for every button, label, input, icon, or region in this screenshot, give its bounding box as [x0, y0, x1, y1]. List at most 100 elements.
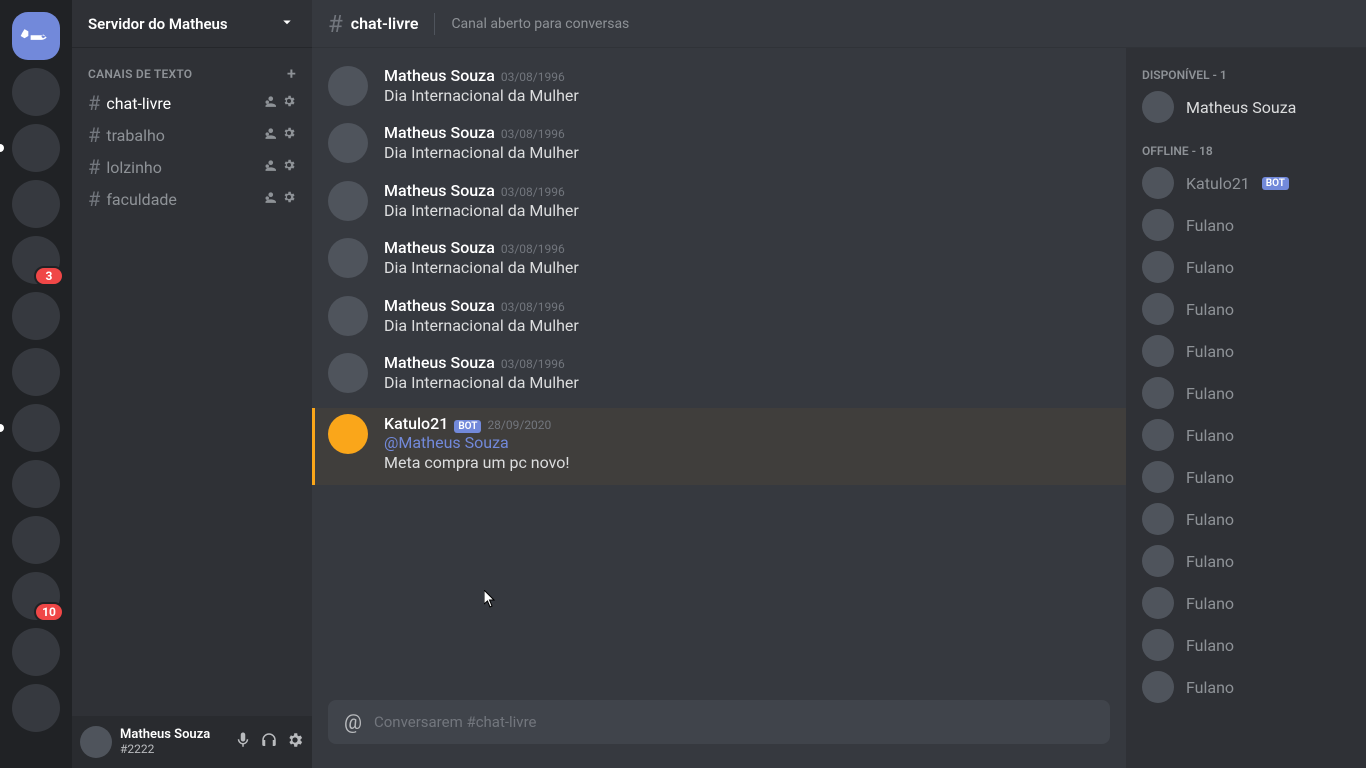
member-avatar: [1142, 671, 1174, 703]
channel-item[interactable]: #trabalho: [80, 119, 304, 151]
hash-icon: #: [88, 91, 100, 115]
member-name: Fulano: [1186, 594, 1234, 613]
guild-item[interactable]: [12, 348, 60, 396]
channels-section-label: CANAIS DE TEXTO: [88, 67, 192, 81]
message-avatar[interactable]: [328, 353, 368, 393]
member-avatar: [1142, 503, 1174, 535]
member-item[interactable]: Fulano: [1134, 414, 1358, 456]
message: Matheus Souza03/08/1996Dia Internacional…: [328, 64, 1110, 121]
guild-item[interactable]: 10: [12, 572, 60, 620]
main-area: # chat-livre Canal aberto para conversas…: [312, 0, 1366, 768]
message-text: Meta compra um pc novo!: [384, 452, 570, 474]
message-author[interactable]: Matheus Souza: [384, 123, 495, 142]
channel-label: chat-livre: [106, 94, 171, 113]
message-avatar[interactable]: [328, 123, 368, 163]
guild-item[interactable]: [12, 684, 60, 732]
member-item[interactable]: Fulano: [1134, 330, 1358, 372]
message-text: Dia Internacional da Mulher: [384, 200, 579, 222]
message: Matheus Souza 03/08/1996Dia Internacional…: [328, 179, 1110, 236]
member-name: Fulano: [1186, 468, 1234, 487]
channel-item[interactable]: # chat-livre: [80, 87, 304, 119]
gear-icon[interactable]: [282, 190, 296, 208]
message-text: Dia Internacional da Mulher: [384, 142, 579, 164]
hash-icon: #: [88, 155, 100, 179]
member-item[interactable]: Katulo21BOT: [1134, 162, 1358, 204]
message-text: Dia Internacional da Mulher: [384, 257, 579, 279]
invite-icon[interactable]: [262, 190, 276, 208]
gear-icon[interactable]: [282, 94, 296, 112]
guild-item[interactable]: [12, 628, 60, 676]
member-item[interactable]: Fulano: [1134, 582, 1358, 624]
self-avatar[interactable]: [80, 726, 112, 758]
guild-item[interactable]: [12, 68, 60, 116]
message-avatar[interactable]: [328, 66, 368, 106]
message-avatar[interactable]: [328, 181, 368, 221]
message-author[interactable]: Matheus Souza: [384, 296, 495, 315]
member-item[interactable]: Matheus Souza: [1134, 86, 1358, 128]
members-online-label: DISPONÍVEL - 1: [1134, 64, 1358, 86]
guild-item[interactable]: [12, 516, 60, 564]
invite-icon[interactable]: [262, 126, 276, 144]
member-item[interactable]: Fulano: [1134, 288, 1358, 330]
message-avatar[interactable]: [328, 238, 368, 278]
gear-icon[interactable]: [282, 126, 296, 144]
guild-item[interactable]: 3: [12, 236, 60, 284]
member-avatar: [1142, 587, 1174, 619]
message-author[interactable]: Matheus Souza: [384, 181, 495, 200]
user-panel: Matheus Souza #2222: [72, 716, 312, 768]
member-avatar: [1142, 419, 1174, 451]
member-name: Fulano: [1186, 426, 1234, 445]
message: Matheus Souza03/08/1996Dia Internacional…: [328, 351, 1110, 408]
member-name: Fulano: [1186, 678, 1234, 697]
add-channel-button[interactable]: +: [287, 64, 296, 83]
member-avatar: [1142, 377, 1174, 409]
message-author[interactable]: Matheus Souza: [384, 66, 495, 85]
message-text: Dia Internacional da Mulher: [384, 315, 579, 337]
member-item[interactable]: Fulano: [1134, 624, 1358, 666]
message-input[interactable]: [374, 713, 1094, 731]
home-guild[interactable]: [12, 12, 60, 60]
invite-icon[interactable]: [262, 94, 276, 112]
message-author[interactable]: Matheus Souza: [384, 238, 495, 257]
member-item[interactable]: Fulano: [1134, 540, 1358, 582]
member-item[interactable]: Fulano: [1134, 246, 1358, 288]
mic-icon[interactable]: [234, 731, 252, 753]
chevron-down-icon: [278, 13, 296, 35]
member-name: Fulano: [1186, 552, 1234, 571]
guild-item[interactable]: [12, 404, 60, 452]
server-name: Servidor do Matheus: [88, 15, 228, 33]
message-avatar[interactable]: [328, 296, 368, 336]
member-item[interactable]: Fulano: [1134, 372, 1358, 414]
headphones-icon[interactable]: [260, 731, 278, 753]
settings-icon[interactable]: [286, 731, 304, 753]
guild-pill: [0, 144, 4, 152]
message-timestamp: 03/08/1996: [501, 70, 565, 84]
guild-item[interactable]: [12, 124, 60, 172]
message-timestamp: 03/08/1996: [501, 242, 565, 256]
guild-item[interactable]: [12, 292, 60, 340]
channel-item[interactable]: #faculdade: [80, 183, 304, 215]
message-timestamp: 03/08/1996: [501, 185, 565, 199]
message-author[interactable]: Matheus Souza: [384, 353, 495, 372]
invite-icon[interactable]: [262, 158, 276, 176]
composer-inner[interactable]: @: [328, 700, 1110, 744]
server-header[interactable]: Servidor do Matheus: [72, 0, 312, 48]
channel-label: trabalho: [106, 126, 165, 145]
channel-sidebar: Servidor do Matheus CANAIS DE TEXTO + # c…: [72, 0, 312, 768]
channel-item[interactable]: #lolzinho: [80, 151, 304, 183]
message-list: Matheus Souza03/08/1996Dia Internacional…: [312, 48, 1126, 700]
guild-item[interactable]: [12, 180, 60, 228]
message-mention[interactable]: @Matheus Souza: [384, 433, 570, 452]
message: Matheus Souza03/08/1996Dia Internacional…: [328, 121, 1110, 178]
member-item[interactable]: Fulano: [1134, 666, 1358, 708]
member-list: DISPONÍVEL - 1Matheus SouzaOFFLINE - 18K…: [1126, 48, 1366, 768]
member-item[interactable]: Fulano: [1134, 456, 1358, 498]
message-avatar[interactable]: [328, 414, 368, 454]
guild-item[interactable]: [12, 460, 60, 508]
message-author[interactable]: Katulo21: [384, 414, 448, 433]
gear-icon[interactable]: [282, 158, 296, 176]
self-username: Matheus Souza: [120, 728, 226, 742]
member-item[interactable]: Fulano: [1134, 498, 1358, 540]
message: Matheus Souza03/08/1996Dia Internacional…: [328, 294, 1110, 351]
member-item[interactable]: Fulano: [1134, 204, 1358, 246]
